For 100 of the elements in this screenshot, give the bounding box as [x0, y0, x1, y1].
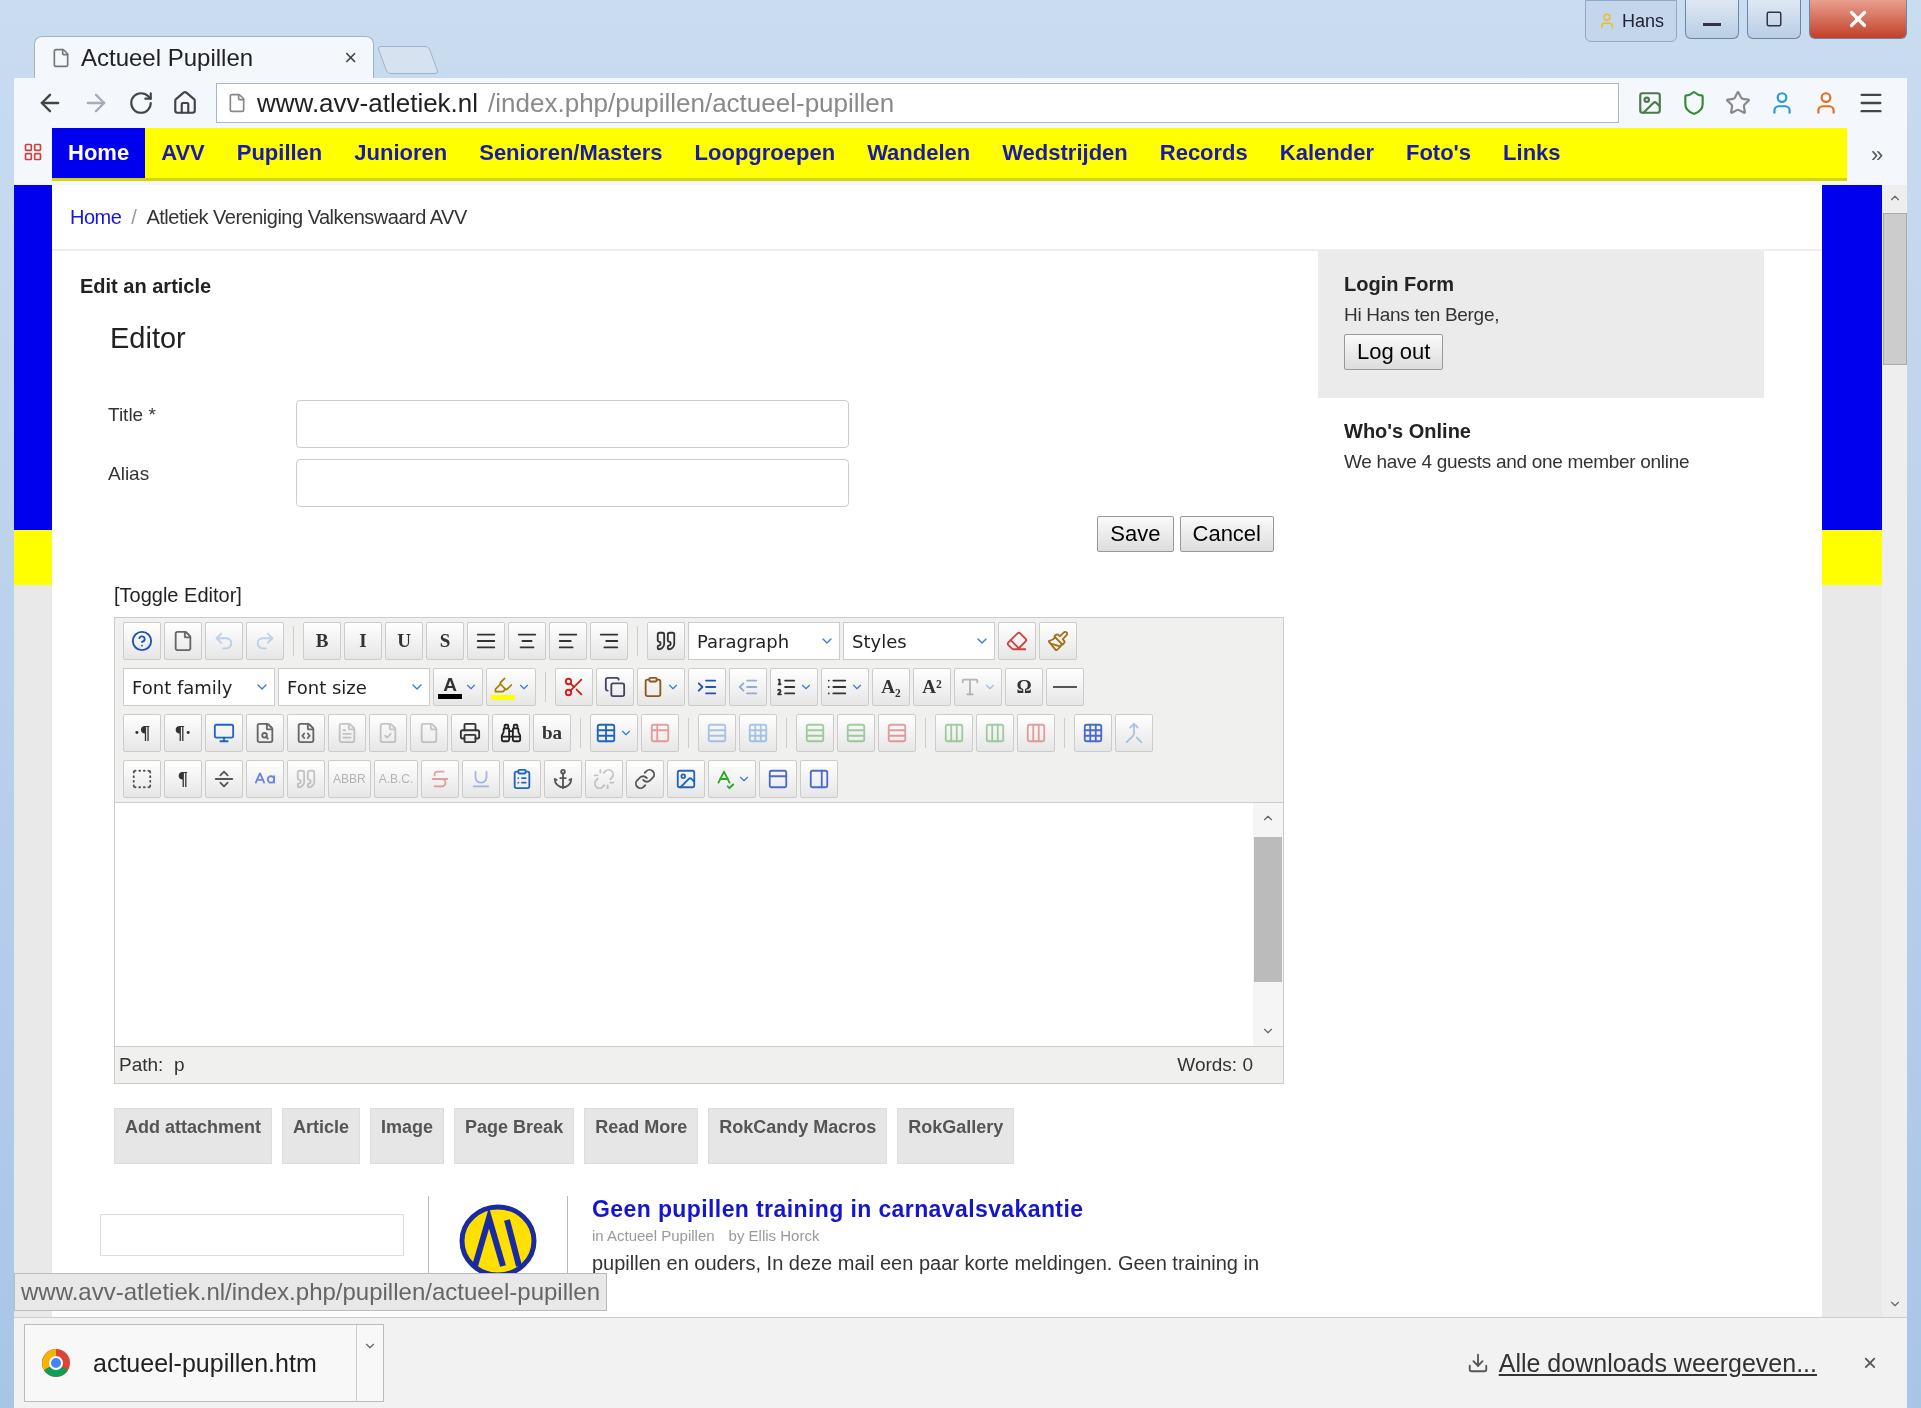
- address-bar[interactable]: www.avv-atletiek.nl /index.php/pupillen/actueel-pupillen: [216, 83, 1619, 123]
- bookmarks-overflow[interactable]: »: [1847, 128, 1907, 168]
- blank-document-icon: [172, 630, 194, 652]
- nav-link[interactable]: Home: [52, 128, 146, 178]
- toolbar-button[interactable]: [451, 714, 489, 752]
- toolbar-button[interactable]: [544, 760, 583, 798]
- format-dropdown[interactable]: Font family: [123, 668, 275, 706]
- apps-icon[interactable]: [23, 142, 43, 162]
- nav-link[interactable]: Loopgroepen: [678, 128, 852, 178]
- login-greeting: Hi Hans ten Berge,: [1344, 304, 1500, 326]
- nav-link[interactable]: Wandelen: [851, 128, 987, 178]
- format-button[interactable]: B: [303, 622, 341, 660]
- nav-link[interactable]: Junioren: [338, 128, 464, 178]
- image-icon: [675, 768, 698, 790]
- insert-row-icon: [845, 722, 867, 744]
- toolbar-button[interactable]: [508, 622, 546, 660]
- format-dropdown[interactable]: Styles: [843, 622, 995, 660]
- editor-plugin-button[interactable]: Page Break: [454, 1108, 575, 1164]
- browser-tab[interactable]: Actueel Pupillen ×: [34, 36, 374, 78]
- format-button[interactable]: I: [344, 622, 382, 660]
- format-button[interactable]: Ω: [1005, 668, 1043, 706]
- profile-button[interactable]: Hans: [1584, 0, 1677, 42]
- nav-link[interactable]: Senioren/Masters: [463, 128, 679, 178]
- format-dropdown[interactable]: Font size: [278, 668, 430, 706]
- close-button[interactable]: [1809, 0, 1907, 39]
- merge-cells-icon: [1123, 722, 1145, 744]
- toolbar-button[interactable]: [626, 760, 665, 798]
- input-field[interactable]: [296, 459, 849, 507]
- section-title: Editor: [110, 322, 187, 355]
- breadcrumb-current: Atletiek Vereniging Valkenswaard AVV: [146, 205, 467, 229]
- highlight-color-button[interactable]: [486, 668, 536, 706]
- toolbar-button[interactable]: [123, 622, 161, 660]
- close-downloads-button[interactable]: ×: [1863, 1349, 1877, 1377]
- toolbar-button[interactable]: [123, 760, 161, 798]
- download-item[interactable]: actueel-pupillen.htm: [24, 1324, 384, 1402]
- page-scrollbar[interactable]: [1882, 185, 1907, 1317]
- binoculars-icon: [500, 722, 522, 744]
- toggle-editor-link[interactable]: [Toggle Editor]: [114, 584, 1318, 607]
- star-icon[interactable]: [1725, 90, 1751, 116]
- format-dropdown[interactable]: Paragraph: [688, 622, 840, 660]
- format-button[interactable]: ·¶: [123, 714, 161, 752]
- article-title-link[interactable]: Geen pupillen training in carnavalsvakantie: [592, 1196, 1260, 1223]
- show-all-downloads-link[interactable]: Alle downloads weergeven...: [1466, 1348, 1817, 1378]
- editor-plugin-button[interactable]: Image: [370, 1108, 445, 1164]
- nav-link[interactable]: Foto's: [1389, 128, 1488, 178]
- breadcrumb-link[interactable]: Home: [70, 205, 122, 229]
- nav-link[interactable]: AVV: [145, 128, 221, 178]
- format-button[interactable]: ba: [533, 714, 571, 752]
- online-title: Who's Online: [1344, 420, 1472, 443]
- toolbar-button[interactable]: [205, 760, 243, 798]
- image-icon[interactable]: [1637, 90, 1663, 116]
- nav-link[interactable]: Wedstrijden: [986, 128, 1144, 178]
- editor-plugin-button[interactable]: RokGallery: [897, 1108, 1015, 1164]
- editor-scrollbar[interactable]: [1253, 803, 1283, 1046]
- toolbar-button[interactable]: [1046, 668, 1084, 706]
- input-field[interactable]: [296, 400, 849, 448]
- toolbar-button[interactable]: [590, 622, 628, 660]
- form-button[interactable]: Save: [1097, 516, 1174, 552]
- nav-link[interactable]: Records: [1143, 128, 1264, 178]
- format-button[interactable]: ¶·: [164, 714, 202, 752]
- nav-link[interactable]: Links: [1487, 128, 1577, 178]
- toolbar-button[interactable]: [688, 668, 726, 706]
- text-color-button[interactable]: A: [433, 668, 483, 706]
- scrollbar-thumb[interactable]: [1254, 837, 1282, 982]
- nav-link[interactable]: Kalender: [1263, 128, 1390, 178]
- article-author: by Ellis Horck: [728, 1227, 820, 1244]
- minimize-icon: [1703, 22, 1721, 26]
- toolbar-button[interactable]: [647, 622, 685, 660]
- format-button[interactable]: A²: [913, 668, 951, 706]
- delete-row-icon: [886, 722, 908, 744]
- format-button[interactable]: S: [426, 622, 464, 660]
- code-icon: [295, 722, 317, 744]
- toolbar-button[interactable]: [596, 668, 634, 706]
- insert-row-icon: [804, 722, 826, 744]
- article-category: in Actueel Pupillen: [592, 1227, 715, 1244]
- scrollbar-thumb[interactable]: [1882, 213, 1907, 365]
- online-text: We have 4 guests and one member online: [1344, 451, 1691, 473]
- logout-button[interactable]: Log out: [1344, 334, 1444, 370]
- toolbar-button[interactable]: [770, 668, 818, 706]
- document-check-icon: [377, 722, 399, 744]
- horizontal-rule-icon: [1053, 686, 1077, 688]
- editor-plugin-button[interactable]: Article: [282, 1108, 361, 1164]
- shield-icon[interactable]: [1681, 90, 1707, 116]
- form-button[interactable]: Cancel: [1179, 516, 1274, 552]
- format-button[interactable]: A₂: [872, 668, 910, 706]
- nav-link[interactable]: Pupillen: [220, 128, 339, 178]
- toolbar-button[interactable]: [549, 622, 587, 660]
- editor-plugin-button[interactable]: Add attachment: [114, 1108, 272, 1164]
- minimize-button[interactable]: [1685, 0, 1739, 39]
- format-button[interactable]: U: [385, 622, 423, 660]
- tab-close-button[interactable]: ×: [344, 44, 357, 71]
- toolbar-button[interactable]: [467, 622, 505, 660]
- maximize-button[interactable]: [1747, 0, 1801, 39]
- editor-plugin-button[interactable]: Read More: [584, 1108, 699, 1164]
- editor-plugin-button[interactable]: RokCandy Macros: [708, 1108, 888, 1164]
- format-button[interactable]: ¶: [164, 760, 202, 798]
- toolbar-button[interactable]: [821, 668, 869, 706]
- toolbar-button[interactable]: [492, 714, 530, 752]
- home-icon[interactable]: [172, 90, 198, 116]
- reload-icon[interactable]: [128, 90, 154, 116]
